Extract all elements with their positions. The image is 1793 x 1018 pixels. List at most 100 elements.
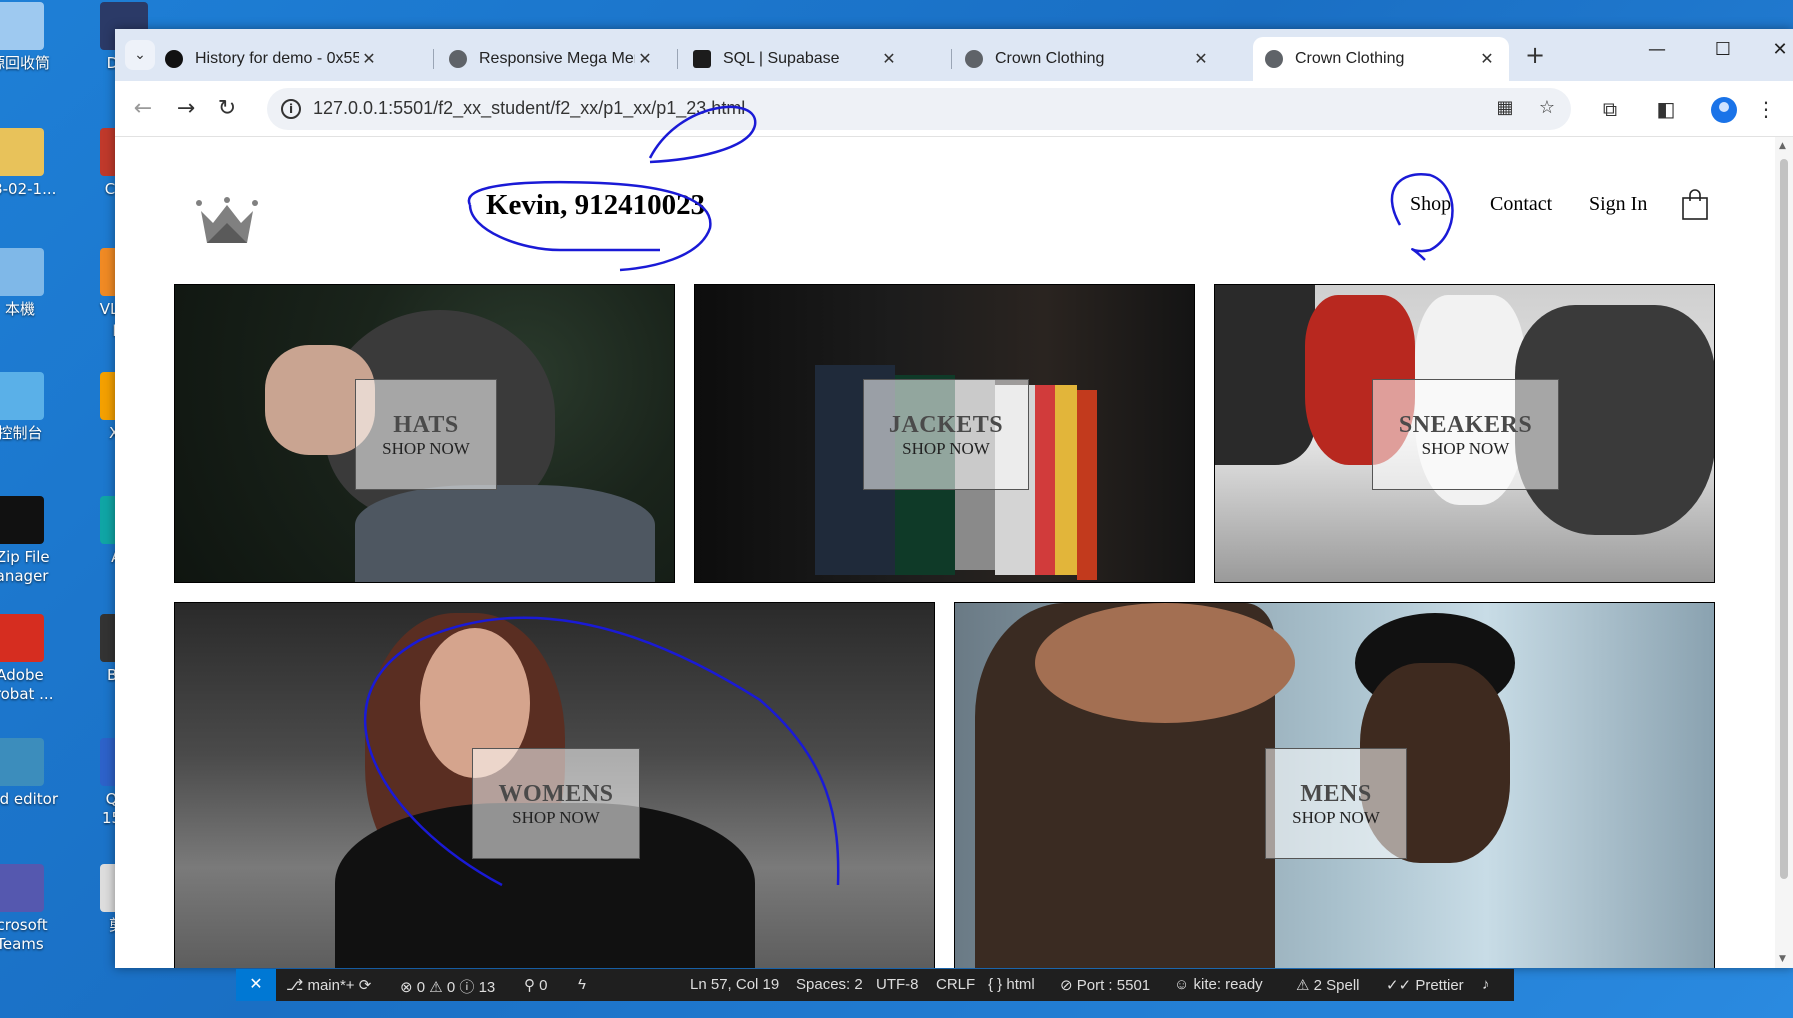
jacket-shape [1055,385,1077,575]
encoding-setting[interactable]: UTF-8 [876,976,919,993]
crown-logo-icon[interactable] [195,197,259,249]
shop-now-link[interactable]: SHOP NOW [1266,808,1406,828]
menu-kebab-icon[interactable]: ⋮ [1752,95,1780,123]
page-scrollbar[interactable]: ▲ ▼ [1775,137,1793,968]
desktop-shortcut[interactable]: 源回收筒 [0,2,60,73]
shopping-bag-icon[interactable] [1681,189,1709,225]
desktop-shortcut-label: -Zip File lanager [0,548,50,585]
scroll-up-icon[interactable]: ▲ [1779,141,1786,151]
nav-contact[interactable]: Contact [1490,193,1552,216]
jacket-shape [1035,385,1055,575]
address-bar[interactable]: i 127.0.0.1:5501/f2_xx_student/f2_xx/p1_… [267,88,1571,130]
lightning-icon[interactable]: ϟ [578,976,586,993]
nav-sign-in[interactable]: Sign In [1589,193,1647,216]
tab-divider [951,49,952,69]
category-tile-womens[interactable]: WOMENS SHOP NOW [174,602,935,968]
close-icon[interactable]: ✕ [1191,49,1211,69]
maximize-icon[interactable]: ☐ [1708,39,1738,60]
category-tile-hats[interactable]: HATS SHOP NOW [174,284,675,583]
tab-title: History for demo - 0x55xx [195,50,359,67]
browser-window: ⌄ History for demo - 0x55xx ✕ Responsive… [115,29,1793,968]
desktop-shortcut[interactable]: 23-02-1... [0,128,60,199]
category-tile-mens[interactable]: MENS SHOP NOW [954,602,1715,968]
nav-shop[interactable]: Shop [1410,193,1451,216]
extensions-icon[interactable]: ⧉ [1596,95,1624,123]
desktop-shortcut-label: Pad editor [0,790,58,808]
category-label: WOMENS SHOP NOW [472,748,640,859]
spell-label: 2 Spell [1313,977,1360,994]
errors-count: 0 [416,979,426,996]
kite-status[interactable]: ☺ kite: ready [1174,976,1263,993]
tab-history[interactable]: History for demo - 0x55xx ✕ [153,37,391,81]
tab-divider [433,49,434,69]
desktop-shortcut-label: Adobe crobat ... [0,666,54,703]
shop-now-link[interactable]: SHOP NOW [473,808,639,828]
app-icon [0,248,44,296]
desktop-shortcut[interactable]: -Zip File lanager [0,496,60,586]
tab-title: Crown Clothing [995,50,1105,67]
tab-search-button[interactable]: ⌄ [125,40,155,70]
site-info-icon[interactable]: i [281,99,301,119]
app-icon [0,128,44,176]
tab-mega-menu[interactable]: Responsive Mega Menu E ✕ [437,37,667,81]
desktop-shortcut[interactable]: 本機 [0,248,60,319]
app-icon [0,614,44,662]
kite-label: kite: ready [1193,976,1263,993]
url-text[interactable]: 127.0.0.1:5501/f2_xx_student/f2_xx/p1_xx… [313,98,745,119]
side-panel-icon[interactable]: ◧ [1652,95,1680,123]
prettier-status[interactable]: ✓✓ Prettier [1386,976,1464,994]
tab-crown-clothing-active[interactable]: Crown Clothing ✕ [1253,37,1509,81]
forward-icon[interactable]: → [172,95,200,123]
close-window-icon[interactable]: ✕ [1765,39,1793,60]
category-name: WOMENS [498,781,614,807]
ports-indicator[interactable]: ⚲ 0 [524,976,548,994]
eol-setting[interactable]: CRLF [936,976,975,993]
ports-count: 0 [539,977,548,994]
remote-icon[interactable]: ✕ [236,969,276,1001]
profile-avatar[interactable] [1711,97,1737,123]
desktop-shortcut[interactable]: Adobe crobat ... [0,614,60,704]
close-icon[interactable]: ✕ [1477,49,1497,69]
close-icon[interactable]: ✕ [359,49,379,69]
desktop-shortcut-label: icrosoft Teams [0,916,48,953]
reload-icon[interactable]: ↻ [213,95,241,123]
branch-indicator[interactable]: ⎇ main*+ ⟳ [286,976,371,994]
globe-icon [965,50,983,68]
spell-check[interactable]: ⚠ 2 Spell [1296,976,1360,994]
minimize-icon[interactable]: — [1642,39,1672,60]
new-tab-button[interactable]: + [1525,41,1545,69]
app-icon [0,496,44,544]
tab-crown-clothing[interactable]: Crown Clothing ✕ [953,37,1223,81]
problems-indicator[interactable]: ⊗ 0 ⚠ 0 ⓘ 13 [400,976,495,997]
category-label: HATS SHOP NOW [355,379,497,490]
live-server-port[interactable]: ⊘ Port : 5501 [1060,976,1150,994]
category-tile-sneakers[interactable]: SNEAKERS SHOP NOW [1214,284,1715,583]
desktop-shortcut[interactable]: icrosoft Teams [0,864,60,954]
app-icon [0,864,44,912]
scrollbar-thumb[interactable] [1780,159,1788,879]
notifications-bell-icon[interactable]: ♪ [1482,976,1490,993]
category-label: JACKETS SHOP NOW [863,379,1029,490]
bookmark-star-icon[interactable]: ☆ [1535,97,1559,121]
branch-name: main*+ [307,977,355,994]
indent-setting[interactable]: Spaces: 2 [796,976,863,993]
tab-bar: ⌄ History for demo - 0x55xx ✕ Responsive… [115,29,1793,81]
scroll-down-icon[interactable]: ▼ [1779,954,1786,964]
back-icon[interactable]: ← [129,95,157,123]
tab-supabase[interactable]: SQL | Supabase ✕ [681,37,911,81]
desktop-shortcut[interactable]: 控制台 [0,372,60,443]
desktop-shortcut[interactable]: Pad editor [0,738,60,809]
translate-icon[interactable]: ▦ [1493,97,1517,121]
language-label: html [1006,976,1035,993]
close-icon[interactable]: ✕ [635,49,655,69]
category-name: MENS [1300,781,1372,807]
language-mode[interactable]: { } html [988,976,1035,993]
sneaker-shape [1215,285,1315,465]
shop-now-link[interactable]: SHOP NOW [1373,439,1558,459]
page-viewport: Kevin, 912410023 Shop Contact Sign In HA… [115,137,1775,968]
close-icon[interactable]: ✕ [879,49,899,69]
cursor-position[interactable]: Ln 57, Col 19 [690,976,779,993]
shop-now-link[interactable]: SHOP NOW [356,439,496,459]
category-tile-jackets[interactable]: JACKETS SHOP NOW [694,284,1195,583]
shop-now-link[interactable]: SHOP NOW [864,439,1028,459]
